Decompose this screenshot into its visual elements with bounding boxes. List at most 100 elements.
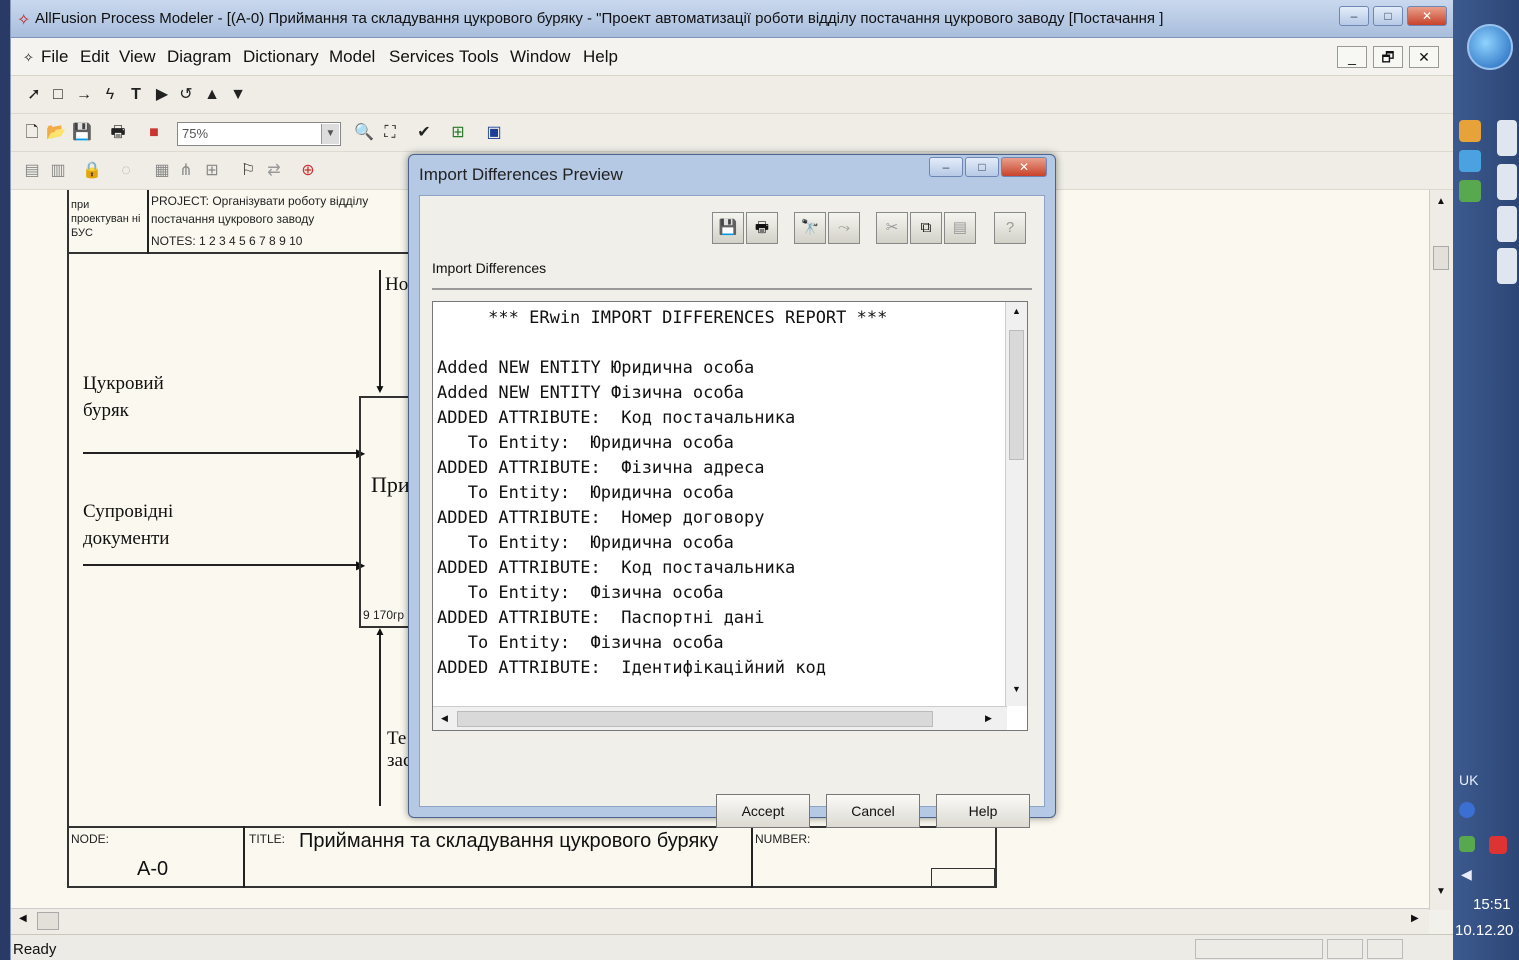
play-icon[interactable]: ▶ <box>151 84 173 106</box>
taskbar-window-button[interactable] <box>1497 248 1517 284</box>
menu-help[interactable]: Help <box>583 47 618 67</box>
menu-dictionary[interactable]: Dictionary <box>243 47 319 67</box>
minimize-button[interactable]: – <box>1339 6 1369 26</box>
menu-view[interactable]: View <box>119 47 156 67</box>
control-arrow[interactable] <box>379 270 381 390</box>
taskbar-window-button[interactable] <box>1497 120 1517 156</box>
accept-button[interactable]: Accept <box>716 794 810 828</box>
scroll-down-icon[interactable]: ▼ <box>1436 886 1446 897</box>
copy-icon[interactable]: ⧉ <box>910 212 942 244</box>
doc-icon[interactable]: ✧ <box>23 50 34 66</box>
volume-icon[interactable]: ◀ <box>1461 866 1472 883</box>
cancel-button[interactable]: Cancel <box>826 794 920 828</box>
mart-lock-icon[interactable]: 🔒 <box>81 160 103 182</box>
menu-services[interactable]: Services <box>389 47 454 67</box>
taskbar-window-button[interactable] <box>1497 206 1517 242</box>
menu-file[interactable]: File <box>41 47 68 67</box>
clock-time[interactable]: 15:51 <box>1473 896 1511 913</box>
arrow-tool-icon[interactable]: → <box>73 84 95 106</box>
menu-diagram[interactable]: Diagram <box>167 47 231 67</box>
navigator-icon[interactable]: ▣ <box>483 122 505 144</box>
report-textarea[interactable]: *** ERwin IMPORT DIFFERENCES REPORT *** … <box>432 301 1028 731</box>
save-icon[interactable]: 💾 <box>71 122 93 144</box>
taskbar-window-button[interactable] <box>1497 164 1517 200</box>
cut-icon[interactable]: ✂ <box>876 212 908 244</box>
squiggle-tool-icon[interactable]: ϟ <box>99 84 121 106</box>
dialog-close-button[interactable]: ✕ <box>1001 157 1047 177</box>
scroll-up-icon[interactable]: ▲ <box>1012 306 1021 316</box>
chevron-down-icon[interactable]: ▼ <box>321 124 339 144</box>
close-button[interactable]: ✕ <box>1407 6 1447 26</box>
scroll-left-icon[interactable]: ◀ <box>441 713 448 724</box>
paste-icon[interactable]: ▤ <box>944 212 976 244</box>
mart-tree-icon[interactable]: ⋔ <box>175 160 197 182</box>
antivirus-icon[interactable] <box>1489 836 1507 854</box>
zoom-select[interactable]: 75% ▼ <box>177 122 341 146</box>
menu-tools[interactable]: Tools <box>459 47 499 67</box>
box-tool-icon[interactable]: □ <box>47 84 69 106</box>
mechanism-arrow[interactable] <box>379 630 381 806</box>
report-hscrollbar[interactable]: ◀ ▶ <box>433 706 1007 730</box>
mart-save-icon[interactable]: ▥ <box>47 160 69 182</box>
color-palette-icon[interactable]: ■ <box>143 122 165 144</box>
dialog-maximize-button[interactable]: □ <box>965 157 999 177</box>
vertical-scrollbar[interactable]: ▲ ▼ <box>1429 190 1453 910</box>
text-tool-icon[interactable]: T <box>125 84 147 106</box>
input-label-beet[interactable]: Цукровий буряк <box>83 370 203 424</box>
help-button[interactable]: Help <box>936 794 1030 828</box>
app-icon[interactable] <box>1459 150 1481 172</box>
mart-open-icon[interactable]: ▤ <box>21 160 43 182</box>
report-vscrollbar[interactable]: ▲ ▼ <box>1005 302 1027 706</box>
mdi-restore-button[interactable]: 🗗 <box>1373 46 1403 68</box>
go-down-icon[interactable]: ▼ <box>227 84 249 106</box>
tray-icon[interactable] <box>1459 836 1475 852</box>
menu-model[interactable]: Model <box>329 47 375 67</box>
find-next-icon[interactable]: ⤳ <box>828 212 860 244</box>
app-icon[interactable] <box>1459 180 1481 202</box>
hscroll-thumb[interactable] <box>37 912 59 930</box>
rotate-icon[interactable]: ↺ <box>175 84 197 106</box>
model-explorer-icon[interactable]: ⊞ <box>447 122 469 144</box>
menu-window[interactable]: Window <box>510 47 570 67</box>
scroll-down-icon[interactable]: ▼ <box>1012 684 1021 694</box>
mart-compare-icon[interactable]: ⇄ <box>263 160 285 182</box>
find-icon[interactable]: 🔭 <box>794 212 826 244</box>
start-button[interactable] <box>1467 24 1513 70</box>
dialog-minimize-button[interactable]: – <box>929 157 963 177</box>
mart-help-icon[interactable]: ⊕ <box>297 160 319 182</box>
save-report-icon[interactable]: 💾 <box>712 212 744 244</box>
spell-check-icon[interactable]: ✔ <box>413 122 435 144</box>
print-report-icon[interactable]: 🖶 <box>746 212 778 244</box>
scroll-right-icon[interactable]: ▶ <box>1411 913 1419 924</box>
firefox-icon[interactable] <box>1459 120 1481 142</box>
maximize-button[interactable]: □ <box>1373 6 1403 26</box>
zoom-in-icon[interactable]: 🔍 <box>353 122 375 144</box>
mart-library-icon[interactable]: ▦ <box>151 160 173 182</box>
network-icon[interactable] <box>1459 802 1475 818</box>
go-up-icon[interactable]: ▲ <box>201 84 223 106</box>
horizontal-scrollbar[interactable]: ◀ ▶ <box>11 908 1429 934</box>
scroll-right-icon[interactable]: ▶ <box>985 713 992 724</box>
mdi-close-button[interactable]: ✕ <box>1409 46 1439 68</box>
mart-grid-icon[interactable]: ⊞ <box>201 160 223 182</box>
pointer-tool-icon[interactable]: ➚ <box>23 84 45 106</box>
zoom-fit-icon[interactable]: ⛶ <box>379 122 401 144</box>
scroll-left-icon[interactable]: ◀ <box>19 913 27 924</box>
new-file-icon[interactable]: 🗋 <box>21 122 43 144</box>
language-indicator[interactable]: UK <box>1459 772 1478 788</box>
open-folder-icon[interactable]: 📂 <box>45 122 67 144</box>
print-icon[interactable]: 🖶 <box>107 122 129 144</box>
mdi-minimize-button[interactable]: _ <box>1337 46 1367 68</box>
input-label-documents[interactable]: Супровідні документи <box>83 498 203 552</box>
mart-disabled-icon[interactable]: ◌ <box>115 160 137 182</box>
report-vscroll-thumb[interactable] <box>1009 330 1024 460</box>
input-arrow-documents[interactable] <box>83 564 361 566</box>
report-hscroll-thumb[interactable] <box>457 711 933 727</box>
clock-date[interactable]: 10.12.20 <box>1455 922 1513 939</box>
input-arrow-beet[interactable] <box>83 452 361 454</box>
help-context-icon[interactable]: ? <box>994 212 1026 244</box>
scroll-up-icon[interactable]: ▲ <box>1436 196 1446 207</box>
mart-report-icon[interactable]: ⚐ <box>237 160 259 182</box>
menu-edit[interactable]: Edit <box>80 47 109 67</box>
scroll-thumb[interactable] <box>1433 246 1449 270</box>
